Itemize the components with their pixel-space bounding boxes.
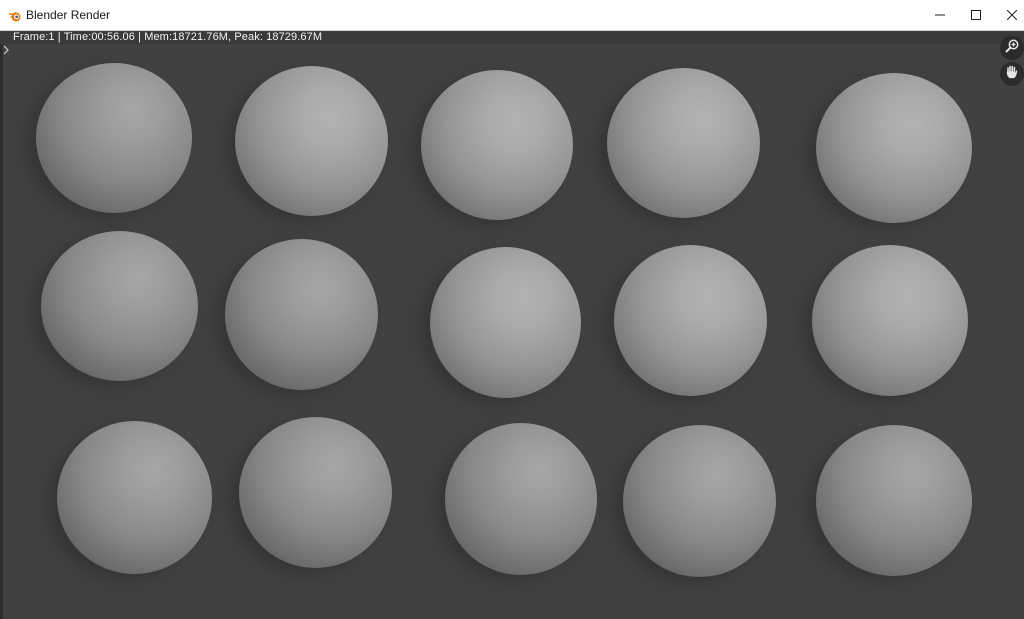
rendered-sphere — [607, 68, 760, 218]
rendered-sphere — [816, 73, 972, 223]
maximize-icon — [971, 10, 981, 20]
rendered-sphere — [430, 247, 581, 398]
rendered-sphere — [36, 63, 192, 213]
rendered-sphere — [57, 421, 212, 574]
window-titlebar: Blender Render — [0, 0, 1024, 31]
chevron-right-icon — [3, 45, 9, 55]
rendered-sphere — [614, 245, 767, 396]
render-stats: Frame:1 | Time:00:56.06 | Mem:18721.76M,… — [13, 31, 323, 43]
rendered-sphere — [225, 239, 378, 390]
zoom-icon — [1004, 38, 1020, 59]
rendered-sphere — [623, 425, 776, 577]
sidebar-edge — [0, 44, 3, 619]
rendered-sphere — [235, 66, 388, 216]
rendered-sphere — [41, 231, 198, 381]
minimize-button[interactable] — [921, 0, 959, 30]
render-viewport[interactable]: Frame:1 | Time:00:56.06 | Mem:18721.76M,… — [0, 31, 1024, 619]
rendered-sphere — [812, 245, 968, 396]
window-title: Blender Render — [26, 8, 111, 22]
sidebar-toggle-button[interactable] — [2, 42, 10, 55]
hand-pan-icon — [1004, 64, 1020, 85]
close-icon — [1007, 10, 1017, 20]
minimize-icon — [935, 10, 945, 20]
rendered-sphere — [816, 425, 972, 576]
zoom-button[interactable] — [1000, 36, 1024, 60]
rendered-sphere — [421, 70, 573, 220]
maximize-button[interactable] — [957, 0, 995, 30]
rendered-sphere — [239, 417, 392, 568]
blender-logo-icon — [8, 9, 22, 23]
pan-button[interactable] — [1000, 62, 1024, 86]
rendered-sphere — [445, 423, 597, 575]
close-button[interactable] — [993, 0, 1024, 30]
